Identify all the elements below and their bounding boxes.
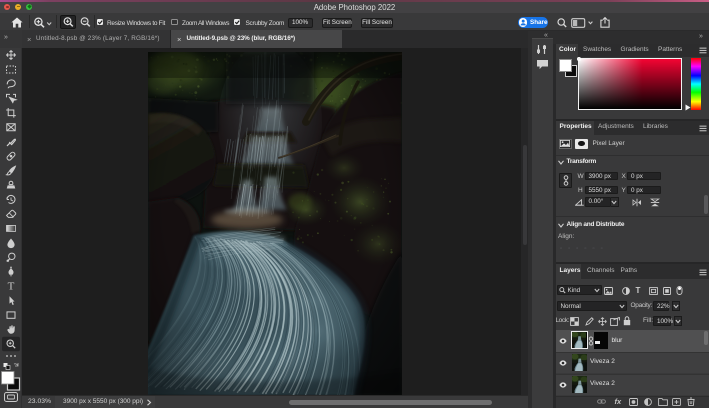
svg-text:T: T xyxy=(8,281,15,293)
